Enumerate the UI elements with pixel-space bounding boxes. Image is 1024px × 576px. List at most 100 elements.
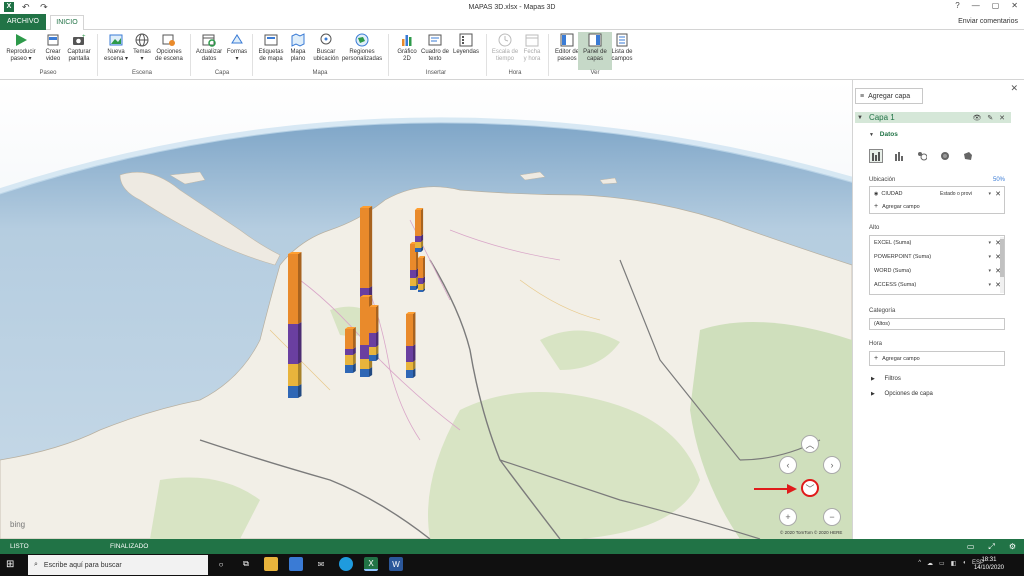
height-list-scrollbar[interactable] [1000,237,1004,293]
maximize-button[interactable]: ▢ [992,1,1000,10]
column-segment[interactable] [369,333,376,347]
height-field-row[interactable]: WORD (Suma) ▾ ✕ [870,264,1004,278]
scene-options-button[interactable]: Opciones de escena [152,32,186,63]
volume-icon[interactable]: ◖ [962,560,966,567]
rotate-left-button[interactable]: ‹ [779,456,797,474]
column-segment[interactable] [345,365,353,373]
cortana-icon[interactable]: ○ [214,557,228,571]
column-segment[interactable] [360,369,369,377]
zoom-out-button[interactable]: − [823,508,841,526]
dropdown-arrow-icon[interactable]: ▾ [988,254,991,260]
add-layer-button[interactable]: ≡ Agregar capa [855,88,923,104]
battery-icon[interactable]: ▭ [939,560,945,567]
map-viewport[interactable]: ︿ ‹ › ﹀ + − bing © 2020 TomTom © 2020 HE… [0,80,852,539]
column-segment[interactable] [415,210,421,236]
cloud-icon[interactable]: ☁ [927,560,933,567]
column-segment[interactable] [418,290,423,292]
send-feedback-link[interactable]: Enviar comentarios [958,18,1018,25]
region-icon[interactable] [961,149,975,163]
file-explorer-icon[interactable] [264,557,278,571]
column-segment[interactable] [406,346,413,362]
height-field-row[interactable]: EXCEL (Suma) ▾ ✕ [870,236,1004,250]
layer-name[interactable]: Capa 1 [869,113,895,122]
filters-section[interactable]: ▶ Filtros [871,376,901,382]
column-segment[interactable] [410,286,416,290]
mail-icon[interactable]: ✉ [314,557,328,571]
location-field-type[interactable]: Estado o provi [940,191,972,197]
chevron-up-tray-icon[interactable]: ^ [918,560,921,567]
tilt-up-button[interactable]: ︿ [801,435,819,453]
tab-archivo[interactable]: ARCHIVO [0,14,46,30]
column-segment[interactable] [418,278,423,284]
legends-button[interactable]: Leyendas [449,32,483,56]
shapes-button[interactable]: Formas ▾ [220,32,254,63]
column-segment[interactable] [369,355,376,361]
windows-start-icon[interactable]: ⊞ [6,559,14,570]
column-segment[interactable] [410,278,416,286]
column-segment[interactable] [406,362,413,370]
globe-map[interactable] [0,80,852,539]
text-box-button[interactable]: Cuadro de texto [418,32,452,63]
dropdown-arrow-icon[interactable]: ▾ [988,282,991,288]
layer-tools[interactable]: 👁 ✎ ✕ [972,114,1007,122]
stacked-column-icon[interactable] [869,149,883,163]
zoom-in-button[interactable]: + [779,508,797,526]
heatmap-icon[interactable] [938,149,952,163]
column-segment[interactable] [288,254,298,324]
column-segment[interactable] [418,284,423,290]
column-segment[interactable] [360,208,369,288]
column-segment[interactable] [288,364,298,386]
column-segment[interactable] [360,297,369,345]
column-segment[interactable] [406,370,413,378]
play-tour-button[interactable]: Reproducir paseo ▾ [4,32,38,63]
taskbar-clock[interactable]: 18:31 14/10/2020 [974,556,1004,572]
column-segment[interactable] [406,314,413,346]
clustered-column-icon[interactable] [892,149,906,163]
data-section-header[interactable]: ▼ Datos [869,131,898,138]
rotate-right-button[interactable]: › [823,456,841,474]
tilt-down-button[interactable]: ﹀ [801,479,819,497]
column-segment[interactable] [415,236,421,242]
field-list-button[interactable]: Lista de campos [605,32,639,63]
add-time-field-row[interactable]: + Agregar campo [870,352,1004,365]
network-icon[interactable]: ◧ [951,560,957,567]
dropdown-arrow-icon[interactable]: ▾ [988,240,991,246]
word-taskbar-icon[interactable]: W [389,557,403,571]
column-segment[interactable] [360,359,369,369]
edge-icon[interactable] [339,557,353,571]
layer-header[interactable]: ▼ Capa 1 👁 ✎ ✕ [855,112,1011,123]
close-pane-icon[interactable]: ✕ [1010,83,1018,94]
settings-icon[interactable]: ⚙ [1009,542,1016,552]
store-icon[interactable] [289,557,303,571]
height-field-row[interactable]: ACCESS (Suma) ▾ ✕ [870,278,1004,292]
height-field-row[interactable]: POWERPOINT (Suma) ▾ ✕ [870,250,1004,264]
column-segment[interactable] [415,248,421,252]
help-button[interactable]: ? [955,1,959,10]
dropdown-arrow-icon[interactable]: ▾ [988,268,991,274]
column-segment[interactable] [415,242,421,248]
column-segment[interactable] [369,347,376,355]
location-field-row[interactable]: ◉ CIUDAD Estado o provi ▾ ✕ [870,187,1004,200]
capture-screen-button[interactable]: + Capturar pantalla [62,32,96,63]
column-segment[interactable] [345,329,353,349]
date-time-button[interactable]: Fecha y hora [515,32,549,63]
minimize-button[interactable]: — [972,1,980,10]
column-segment[interactable] [410,270,416,278]
column-segment[interactable] [369,307,376,333]
remove-field-icon[interactable]: ✕ [995,190,1001,198]
taskbar-search-box[interactable]: ⌕ Escribe aquí para buscar [28,555,208,575]
add-location-field-row[interactable]: + Agregar campo [870,200,1004,213]
dropdown-arrow-icon[interactable]: ▾ [988,191,991,197]
column-segment[interactable] [345,355,353,365]
close-button[interactable]: ✕ [1011,1,1018,10]
undo-icon[interactable]: ↶ [22,2,30,12]
layer-options-section[interactable]: ▶ Opciones de capa [871,391,933,397]
find-location-button[interactable]: Buscar ubicación [309,32,343,63]
location-confidence[interactable]: 50% [993,177,1005,183]
screenshot-icon[interactable]: ▭ [967,542,975,552]
category-field[interactable]: (Altos) [869,318,1005,330]
scrollbar-thumb[interactable] [1000,239,1004,277]
column-segment[interactable] [288,324,298,364]
column-segment[interactable] [418,258,423,278]
column-segment[interactable] [345,349,353,355]
